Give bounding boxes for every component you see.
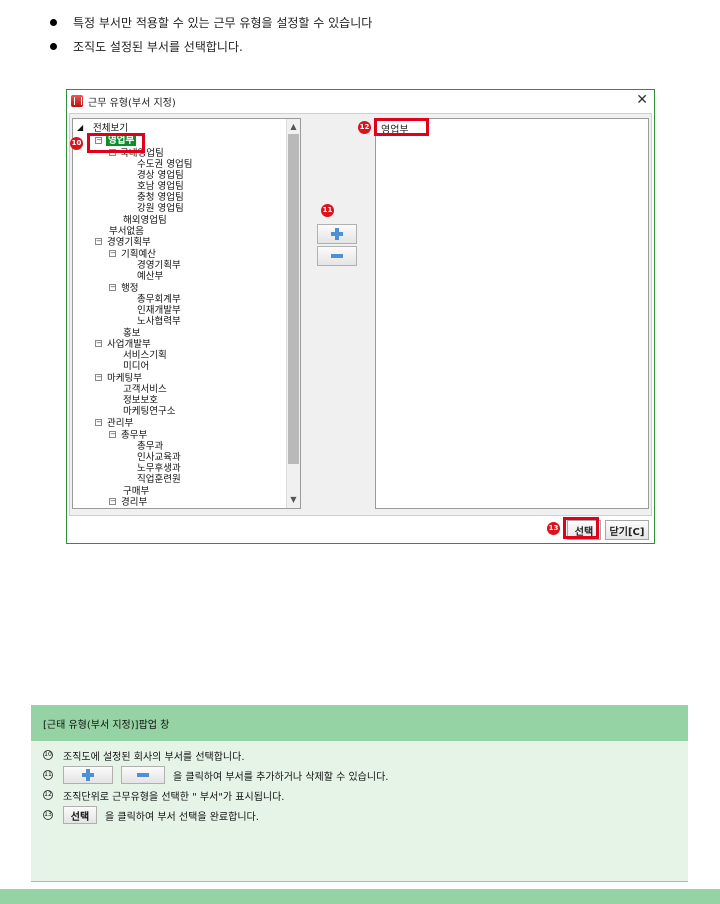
intro-bullets: 특정 부서만 적용할 수 있는 근무 유형을 설정할 수 있습니다 조직도 설정… bbox=[50, 10, 690, 58]
tree-node[interactable]: 총무부 bbox=[121, 430, 147, 441]
tree-node[interactable]: 강원 영업팀 bbox=[137, 203, 184, 214]
org-tree-panel[interactable]: ◢ 전체보기 − 영업부 − 국내영업팀 수도권 영업팀 경상 영업팀 호남 영… bbox=[72, 118, 301, 509]
info-text: 조직도에 설정된 회사의 부서를 선택합니다. bbox=[63, 751, 245, 763]
info-box: [근태 유형(부서 지정)]팝업 창 10 조직도에 설정된 회사의 부서를 선… bbox=[31, 705, 688, 882]
info-header: [근태 유형(부서 지정)]팝업 창 bbox=[31, 705, 688, 741]
tree-node[interactable]: 경상 영업팀 bbox=[137, 170, 184, 181]
tree-node[interactable]: 미디어 bbox=[123, 361, 149, 372]
tree-expand-icon[interactable]: − bbox=[95, 340, 102, 347]
bullet-item: 특정 부서만 적용할 수 있는 근무 유형을 설정할 수 있습니다 bbox=[50, 10, 690, 34]
tree-node[interactable]: 부서없음 bbox=[109, 226, 144, 237]
number-badge: 12 bbox=[43, 790, 53, 800]
bullet-text: 특정 부서만 적용할 수 있는 근무 유형을 설정할 수 있습니다 bbox=[73, 15, 373, 30]
tree-node[interactable]: 인재개발부 bbox=[137, 305, 181, 316]
info-row: 12 조직단위로 근무유형을 선택한 " 부서"가 표시됩니다. bbox=[43, 785, 284, 805]
tree-node[interactable]: 경영기획부 bbox=[137, 260, 181, 271]
scroll-up-icon[interactable]: ▲ bbox=[287, 121, 300, 133]
plus-button-image bbox=[63, 766, 113, 784]
department-dialog: 근무 유형(부서 지정) ✕ ◢ 전체보기 − 영업부 − 국내영업팀 수도권 … bbox=[66, 89, 655, 544]
marker-10: 10 bbox=[70, 137, 83, 150]
tree-collapse-icon[interactable]: ◢ bbox=[77, 122, 83, 133]
bullet-dot-icon bbox=[50, 18, 57, 26]
tree-expand-icon[interactable]: − bbox=[109, 250, 116, 257]
minus-icon bbox=[137, 773, 149, 777]
tree-expand-icon[interactable]: − bbox=[109, 498, 116, 505]
highlight-tree-selection bbox=[87, 133, 145, 153]
add-department-button[interactable] bbox=[317, 224, 357, 244]
tree-node[interactable]: 총무회계부 bbox=[137, 294, 181, 305]
marker-11: 11 bbox=[321, 204, 334, 217]
tree-expand-icon[interactable]: − bbox=[109, 284, 116, 291]
remove-department-button[interactable] bbox=[317, 246, 357, 266]
tree-node[interactable]: 경리부 bbox=[121, 497, 147, 508]
plus-icon bbox=[331, 228, 343, 240]
tree-node[interactable]: 총무과 bbox=[137, 441, 163, 452]
tree-expand-icon[interactable]: − bbox=[109, 431, 116, 438]
tree-expand-icon[interactable]: − bbox=[95, 419, 102, 426]
app-icon bbox=[71, 95, 83, 107]
tree-node[interactable]: 사업개발부 bbox=[107, 339, 151, 350]
marker-12: 12 bbox=[358, 121, 371, 134]
info-text: 조직단위로 근무유형을 선택한 " 부서"가 표시됩니다. bbox=[63, 791, 285, 803]
tree-node[interactable]: 노사협력부 bbox=[137, 316, 181, 327]
tree-expand-icon[interactable]: − bbox=[95, 238, 102, 245]
number-badge: 10 bbox=[43, 750, 53, 760]
tree-scrollbar[interactable]: ▲ ▼ bbox=[286, 119, 300, 508]
minus-button-image bbox=[121, 766, 165, 784]
tree-node[interactable]: 구매부 bbox=[123, 486, 149, 497]
bullet-item: 조직도 설정된 부서를 선택합니다. bbox=[50, 34, 690, 58]
minus-icon bbox=[331, 254, 343, 258]
select-button-image: 선택 bbox=[63, 806, 97, 824]
tree-expand-icon[interactable]: − bbox=[95, 374, 102, 381]
close-button[interactable]: 닫기[C] bbox=[605, 520, 649, 540]
dialog-client-area: ◢ 전체보기 − 영업부 − 국내영업팀 수도권 영업팀 경상 영업팀 호남 영… bbox=[69, 113, 652, 516]
highlight-select-button bbox=[563, 517, 599, 539]
highlight-selected-department bbox=[374, 118, 429, 136]
bullet-text: 조직도 설정된 부서를 선택합니다. bbox=[73, 39, 243, 54]
tree-node[interactable]: 기획예산 bbox=[121, 249, 156, 260]
tree-node[interactable]: 행정 bbox=[121, 283, 138, 294]
tree-node[interactable]: 호남 영업팀 bbox=[137, 181, 184, 192]
info-text: 을 클릭하여 부서 선택을 완료합니다. bbox=[105, 811, 259, 823]
tree-node[interactable]: 인사교육과 bbox=[137, 452, 181, 463]
tree-node[interactable]: 고객서비스 bbox=[123, 384, 167, 395]
tree-node[interactable]: 마케팅부 bbox=[107, 373, 142, 384]
tree-node[interactable]: 충청 영업팀 bbox=[137, 192, 184, 203]
tree-node[interactable]: 예산부 bbox=[137, 271, 163, 282]
dialog-title: 근무 유형(부서 지정) bbox=[88, 97, 176, 109]
marker-13: 13 bbox=[547, 522, 560, 535]
scroll-down-icon[interactable]: ▼ bbox=[287, 494, 300, 506]
tree-node[interactable]: 해외영업팀 bbox=[123, 215, 167, 226]
selected-departments-list[interactable]: 영업부 bbox=[375, 118, 649, 509]
tree-node[interactable]: 서비스기획 bbox=[123, 350, 167, 361]
tree-node[interactable]: 수도권 영업팀 bbox=[137, 159, 192, 170]
number-badge: 11 bbox=[43, 770, 53, 780]
scroll-thumb[interactable] bbox=[288, 134, 299, 464]
tree-node[interactable]: 홍보 bbox=[123, 328, 140, 339]
tree-node[interactable]: 마케팅연구소 bbox=[123, 406, 175, 417]
close-icon[interactable]: ✕ bbox=[636, 92, 648, 108]
info-row: 10 조직도에 설정된 회사의 부서를 선택합니다. bbox=[43, 745, 245, 765]
info-row: 13 선택 을 클릭하여 부서 선택을 완료합니다. bbox=[43, 805, 259, 825]
tree-node[interactable]: 직업훈련원 bbox=[137, 474, 181, 485]
tree-node[interactable]: 정보보호 bbox=[123, 395, 158, 406]
plus-icon bbox=[82, 769, 94, 781]
info-row: 11 을 클릭하여 부서를 추가하거나 삭제할 수 있습니다. bbox=[43, 765, 388, 785]
bottom-band bbox=[0, 889, 720, 904]
info-divider bbox=[31, 881, 688, 882]
tree-node[interactable]: 노무후생과 bbox=[137, 463, 181, 474]
tree-node[interactable]: 관리부 bbox=[107, 418, 133, 429]
number-badge: 13 bbox=[43, 810, 53, 820]
info-text: 을 클릭하여 부서를 추가하거나 삭제할 수 있습니다. bbox=[173, 771, 389, 783]
tree-node[interactable]: 경영기획부 bbox=[107, 237, 151, 248]
dialog-titlebar: 근무 유형(부서 지정) ✕ bbox=[67, 90, 654, 112]
bullet-dot-icon bbox=[50, 42, 57, 50]
